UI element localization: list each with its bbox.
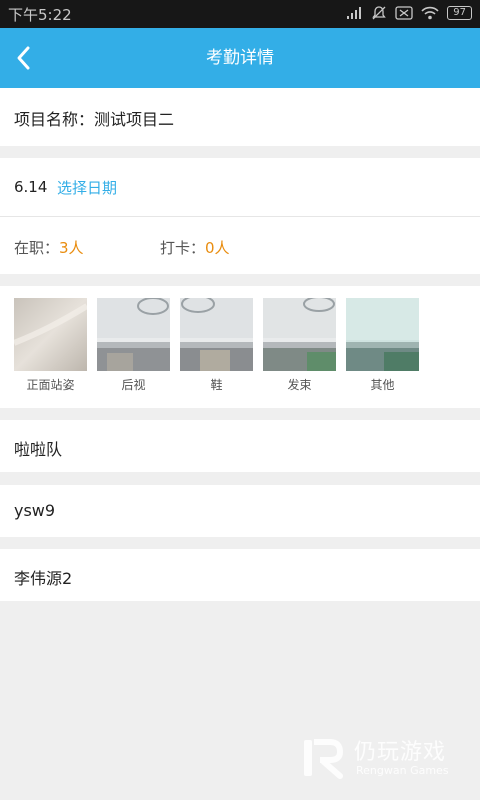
page-title: 考勤详情 <box>206 48 274 68</box>
photo-caption: 其他 <box>370 378 395 392</box>
on-duty-label: 在职： <box>14 239 60 257</box>
brand-logo-icon <box>304 739 343 779</box>
wifi-icon <box>421 6 439 20</box>
date-section: 6.14 选择日期 在职：3人 打卡：0人 <box>0 158 480 274</box>
select-date-link[interactable]: 选择日期 <box>57 177 117 198</box>
photo-thumbnail <box>180 298 253 371</box>
photo-section: 正面站姿 后视 鞋 发束 其他 <box>0 286 480 408</box>
project-name: 项目名称：测试项目二 <box>14 110 175 129</box>
checkin-stat: 打卡：0人 <box>160 237 230 258</box>
battery-indicator: 97 <box>447 6 472 20</box>
photo-item[interactable]: 鞋 <box>180 298 253 393</box>
signal-icon <box>347 7 362 19</box>
status-icons: 97 <box>347 5 472 21</box>
on-duty-stat: 在职：3人 <box>14 237 84 258</box>
on-duty-count: 3人 <box>59 239 84 257</box>
group-name: 啦啦队 <box>14 440 63 459</box>
group-name: 李伟源2 <box>14 569 73 588</box>
photo-caption: 鞋 <box>210 378 223 392</box>
photo-item[interactable]: 正面站姿 <box>14 298 87 393</box>
group-item[interactable]: 李伟源2 <box>0 549 480 601</box>
project-section: 项目名称：测试项目二 <box>0 88 480 146</box>
status-time: 下午5:22 <box>8 6 72 24</box>
photo-caption: 后视 <box>121 378 146 392</box>
photo-item[interactable]: 其他 <box>346 298 419 393</box>
watermark-subtext: Rengwan Games <box>356 764 449 777</box>
photo-thumbnail <box>14 298 87 371</box>
photo-thumbnail <box>346 298 419 371</box>
stats-row: 在职：3人 打卡：0人 <box>0 217 480 274</box>
photo-item[interactable]: 后视 <box>97 298 170 393</box>
checkin-count: 0人 <box>205 239 230 257</box>
photo-thumbnail <box>263 298 336 371</box>
group-item[interactable]: ysw9 <box>0 485 480 537</box>
date-value: 6.14 <box>14 178 48 196</box>
photo-thumbnail <box>97 298 170 371</box>
checkin-label: 打卡： <box>160 239 206 257</box>
photo-caption: 发束 <box>287 378 312 392</box>
watermark: 仍玩游戏 Rengwan Games <box>300 732 470 782</box>
status-bar: 下午5:22 97 <box>0 0 480 28</box>
group-name: ysw9 <box>14 501 56 520</box>
group-item[interactable]: 啦啦队 <box>0 420 480 472</box>
watermark-text: 仍玩游戏 <box>354 740 447 765</box>
photo-item[interactable]: 发束 <box>263 298 336 393</box>
photo-caption: 正面站姿 <box>26 378 75 392</box>
sim-icon <box>395 6 413 20</box>
mute-icon <box>372 6 387 20</box>
date-row: 6.14 选择日期 <box>0 158 480 216</box>
title-bar: 考勤详情 <box>0 28 480 88</box>
